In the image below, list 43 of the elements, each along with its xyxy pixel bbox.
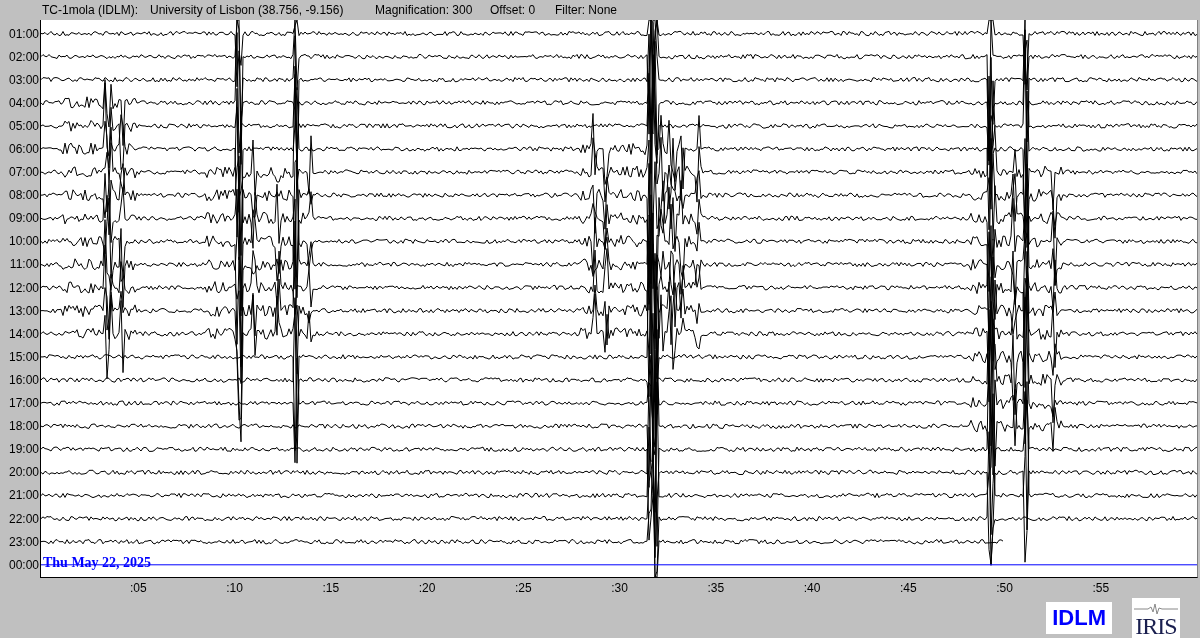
station-name: TC-1mola (IDLM): xyxy=(42,3,139,17)
station-location: University of Lisbon (38.756, -9.156) xyxy=(150,3,345,17)
hour-label: 05:00 xyxy=(7,117,40,135)
hour-label: 12:00 xyxy=(7,279,40,297)
minute-tick-label: :55 xyxy=(1092,580,1110,595)
minute-tick-label: :30 xyxy=(611,580,628,595)
minute-tick-label: :25 xyxy=(514,580,532,595)
minute-tick-label: :15 xyxy=(322,580,340,595)
hour-label: 21:00 xyxy=(7,487,40,505)
hour-label: 20:00 xyxy=(7,464,40,482)
hour-label: 07:00 xyxy=(7,164,40,182)
hour-label: 16:00 xyxy=(7,371,40,389)
hour-label: 00:00 xyxy=(7,556,40,574)
minute-tick-label: :40 xyxy=(803,580,821,595)
offset-text: Offset: 0 xyxy=(490,3,537,17)
minute-tick-label: :10 xyxy=(226,580,243,595)
hour-label: 19:00 xyxy=(7,441,40,459)
network-logo: IDLM xyxy=(1046,602,1112,634)
hour-label: 17:00 xyxy=(7,395,40,413)
hour-label: 13:00 xyxy=(7,302,40,320)
minute-tick-label: :50 xyxy=(996,580,1013,595)
minute-tick-label: :05 xyxy=(129,580,147,595)
hour-label: 04:00 xyxy=(7,94,40,112)
hour-label: 10:00 xyxy=(7,233,40,251)
hour-label: 02:00 xyxy=(7,48,40,66)
wave-icon xyxy=(1134,604,1178,614)
minute-tick-label: :20 xyxy=(418,580,436,595)
hour-label: 03:00 xyxy=(7,71,40,89)
hour-label: 22:00 xyxy=(7,510,40,528)
hour-label: 01:00 xyxy=(7,25,40,43)
minute-tick-label: :35 xyxy=(707,580,725,595)
hour-label: 08:00 xyxy=(7,187,40,205)
hour-label: 18:00 xyxy=(7,418,40,436)
filter-text: Filter: None xyxy=(555,3,619,17)
magnification-text: Magnification: 300 xyxy=(375,3,474,17)
hour-label: 15:00 xyxy=(7,348,40,366)
hour-label: 09:00 xyxy=(7,210,40,228)
hour-label: 23:00 xyxy=(7,533,40,551)
institution-logo: IRIS xyxy=(1132,598,1180,638)
minute-tick-label: :45 xyxy=(899,580,917,595)
hour-label: 14:00 xyxy=(7,325,40,343)
hour-label: 11:00 xyxy=(8,256,40,274)
hour-label: 06:00 xyxy=(7,141,40,158)
